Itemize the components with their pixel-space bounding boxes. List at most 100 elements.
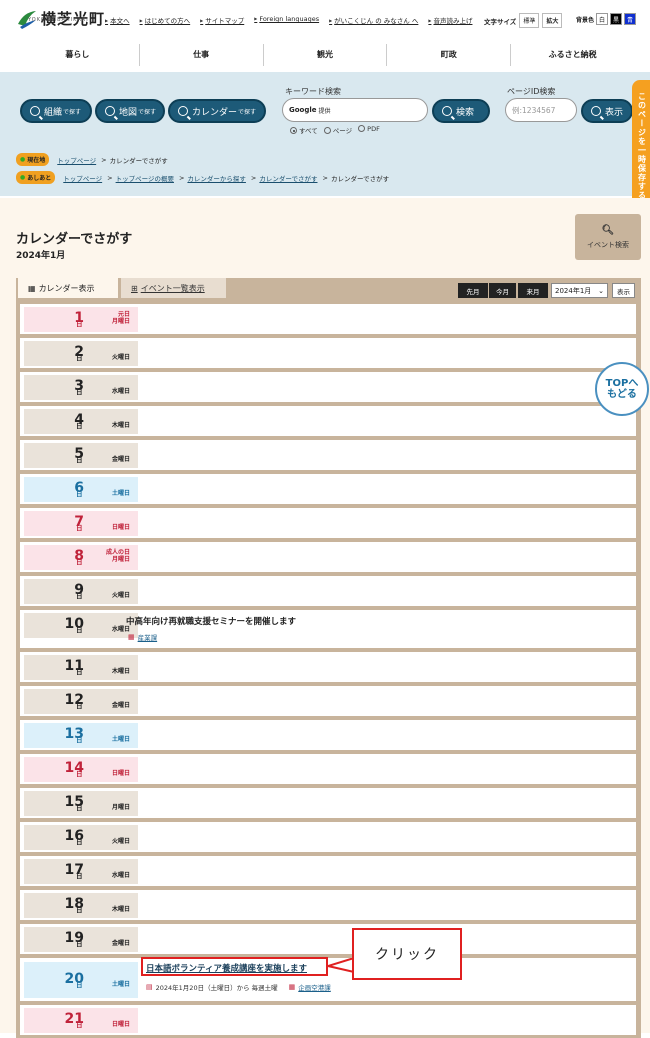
day-cell: 5 日金曜日: [24, 443, 138, 468]
day-suffix: 日: [76, 906, 83, 914]
calendar-day-row: 21 日日曜日: [20, 1005, 636, 1037]
day-cell: 2 日火曜日: [24, 341, 138, 366]
weekday-label: 月曜日: [111, 804, 130, 811]
history-link-overview[interactable]: トップページの概要: [116, 173, 174, 183]
search-icon: [591, 106, 601, 116]
keyword-search-button[interactable]: 検索: [432, 99, 490, 123]
breadcrumb-link-top[interactable]: トップページ: [57, 155, 96, 165]
next-month-button[interactable]: 来月: [518, 283, 548, 298]
link-text-to-speech[interactable]: 音声読み上げ: [428, 15, 472, 25]
back-to-top-button[interactable]: TOPへ もどる: [595, 362, 649, 416]
this-month-button[interactable]: 今月: [489, 283, 516, 298]
page-id-input[interactable]: 例:1234567: [505, 98, 577, 122]
weekday-label: 木曜日: [111, 668, 130, 675]
weekday-label: 土曜日: [111, 490, 130, 497]
event-meta: ▤ 2024年1月20日（土曜日）から 毎週土曜 ▦ 企画空港課: [146, 982, 331, 992]
day-cell: 17 日水曜日: [24, 859, 138, 884]
calendar-day-row: 15 日月曜日: [20, 788, 636, 820]
page-id-show-button[interactable]: 表示: [581, 99, 633, 123]
radio-all[interactable]: すべて: [290, 125, 318, 135]
tab-calendar-view[interactable]: ▦ カレンダー表示: [18, 278, 118, 298]
weekday-label: 金曜日: [111, 940, 130, 947]
radio-pdf[interactable]: PDF: [358, 125, 380, 135]
weekday-label: 水曜日: [111, 872, 130, 879]
day-cell: 19 日金曜日: [24, 927, 138, 952]
keyword-search-input[interactable]: Google 提供: [282, 98, 428, 122]
prev-month-button[interactable]: 先月: [458, 283, 488, 298]
gnav-item-living[interactable]: 暮らし: [16, 44, 140, 66]
font-size-standard-button[interactable]: 標準: [519, 13, 540, 28]
day-cell: 9 日火曜日: [24, 579, 138, 604]
day-suffix: 日: [76, 422, 83, 430]
weekday-label: 木曜日: [111, 906, 130, 913]
search-icon: [178, 106, 188, 116]
gnav-item-furusato-tax[interactable]: ふるさと納税: [511, 44, 634, 66]
breadcrumb-history: ● あしあと トップページ > トップページの概要 > カレンダーから探す > カ…: [16, 171, 389, 184]
bg-black-button[interactable]: 黒: [610, 13, 623, 25]
day-suffix: 日: [76, 626, 83, 634]
weekday-label: 火曜日: [111, 354, 130, 361]
day-suffix: 日: [76, 388, 83, 396]
event-meta: ▦ 産業課: [128, 632, 157, 642]
gnav-item-tourism[interactable]: 観光: [264, 44, 388, 66]
gnav-item-work[interactable]: 仕事: [140, 44, 264, 66]
search-by-calendar-button[interactable]: カレンダー で探す: [168, 99, 266, 123]
day-suffix: 日: [76, 736, 83, 744]
holiday-label: 成人の日 月曜日: [105, 549, 130, 563]
search-by-org-button[interactable]: 組織 で探す: [20, 99, 92, 123]
history-link-calendar-search[interactable]: カレンダーから探す: [187, 173, 246, 183]
font-size-large-button[interactable]: 拡大: [542, 13, 563, 28]
calendar-day-row: 17 日水曜日: [20, 856, 636, 888]
page-subtitle: 2024年1月: [16, 251, 66, 261]
calendar-day-row: 1 日元日 月曜日: [20, 304, 636, 336]
day-suffix: 日: [76, 770, 83, 778]
month-select[interactable]: 2024年1月 ⌄: [551, 283, 608, 298]
weekday-label: 木曜日: [111, 422, 130, 429]
search-icon: [30, 106, 40, 116]
day-cell: 3 日水曜日: [24, 375, 138, 400]
weekday-label: 金曜日: [111, 702, 130, 709]
day-suffix: 日: [76, 354, 83, 362]
radio-unselected-icon: [323, 127, 331, 134]
day-cell: 8 日成人の日 月曜日: [24, 545, 138, 570]
breadcrumb-current: ● 現在地 トップページ > カレンダーでさがす: [16, 153, 168, 166]
link-foreign-languages[interactable]: Foreign languages: [254, 15, 319, 25]
day-suffix: 日: [76, 524, 83, 532]
day-suffix: 日: [76, 940, 83, 948]
breadcrumb-separator: >: [101, 155, 107, 164]
google-sub-label: 提供: [318, 107, 331, 115]
day-cell: 6 日土曜日: [24, 477, 138, 502]
logo-subtext: YOKOSHIBAHIKARI: [28, 17, 89, 23]
weekday-label: 日曜日: [111, 1021, 130, 1028]
search-by-map-button[interactable]: 地図 で探す: [95, 99, 165, 123]
event-search-button[interactable]: 🔍︎ イベント検索: [575, 214, 641, 260]
header: 横芝光町 YOKOSHIBAHIKARI 本文へ はじめての方へ サイトマップ …: [0, 0, 650, 40]
calendar-icon: ▤: [146, 983, 153, 991]
event-department-link[interactable]: 企画空港課: [298, 982, 331, 992]
search-scope-radios: すべて ページ PDF: [290, 125, 380, 135]
event-department-link[interactable]: 産業課: [138, 632, 158, 642]
highlight-box: [141, 957, 328, 976]
month-show-button[interactable]: 表示: [612, 283, 635, 298]
breadcrumb-current-page: カレンダーでさがす: [109, 156, 168, 165]
link-sitemap[interactable]: サイトマップ: [200, 15, 244, 25]
link-first-visit[interactable]: はじめての方へ: [140, 15, 191, 25]
department-icon: ▦: [288, 983, 296, 991]
holiday-label: 元日 月曜日: [111, 311, 130, 325]
radio-page[interactable]: ページ: [323, 125, 352, 135]
weekday-label: 土曜日: [111, 736, 130, 743]
link-foreigners[interactable]: がいこくじん の みなさん へ: [329, 15, 418, 25]
day-suffix: 日: [76, 490, 83, 498]
history-link-top[interactable]: トップページ: [63, 173, 102, 183]
link-skip-to-content[interactable]: 本文へ: [105, 15, 130, 25]
tab-event-list[interactable]: ⊞ イベント一覧表示: [121, 278, 226, 298]
calendar-day-row: 12 日金曜日: [20, 686, 636, 718]
event-date: 2024年1月20日（土曜日）から 毎週土曜: [155, 984, 278, 992]
day-cell: 4 日木曜日: [24, 409, 138, 434]
day-suffix: 日: [76, 702, 83, 710]
day-cell: 14 日日曜日: [24, 757, 138, 782]
bg-blue-button[interactable]: 青: [624, 13, 637, 25]
gnav-item-town-government[interactable]: 町政: [387, 44, 512, 66]
history-link-calendar-find[interactable]: カレンダーでさがす: [259, 173, 317, 183]
bg-white-button[interactable]: 白: [596, 13, 609, 25]
